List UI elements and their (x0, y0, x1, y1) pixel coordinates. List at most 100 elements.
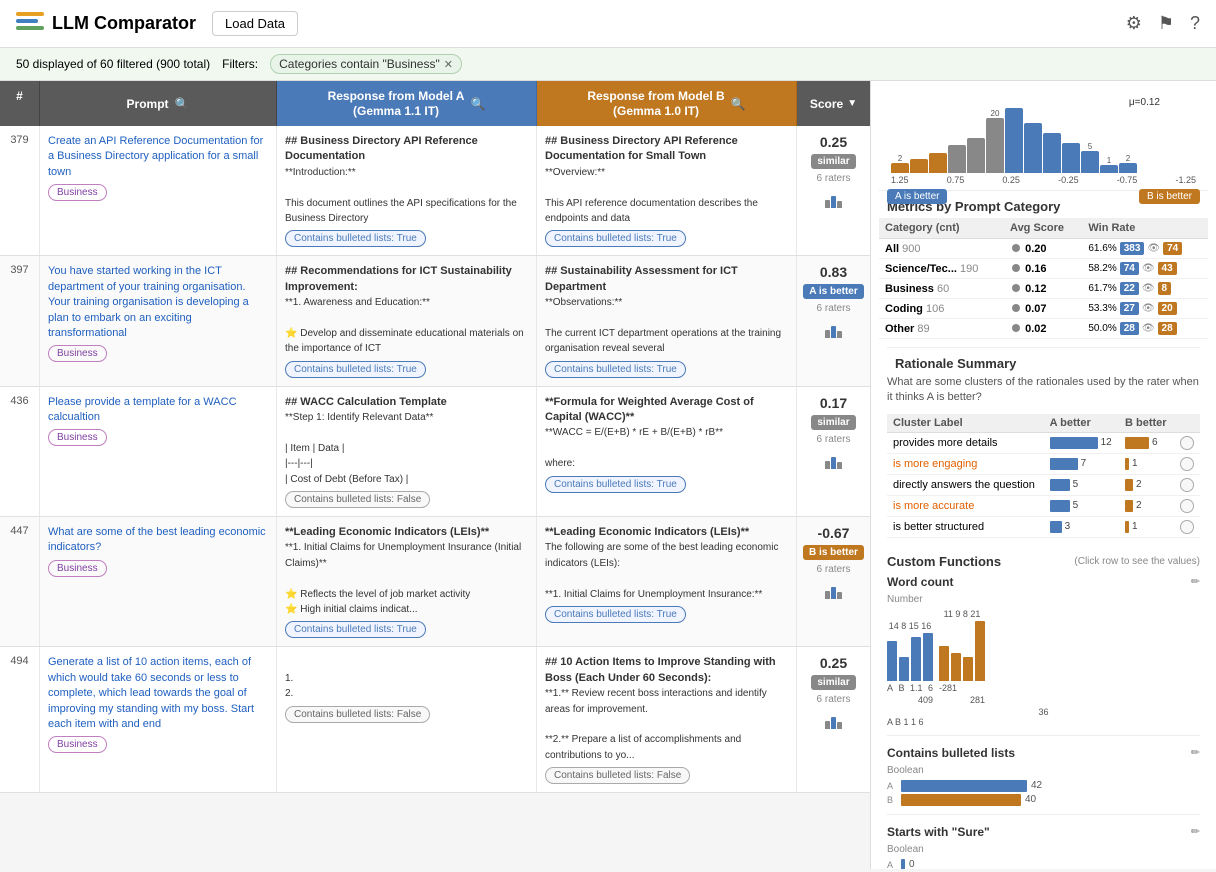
response-a-content: ## Business Directory API Reference Docu… (285, 134, 528, 226)
response-a-content: 1. 2. (285, 655, 528, 701)
cf-items: Word count ✏ Number 14 8 15 16 (887, 575, 1200, 869)
cf-edit-icon[interactable]: ✏ (1191, 575, 1200, 588)
cf-item[interactable]: Contains bulleted lists ✏ Boolean A 42 B… (887, 746, 1200, 815)
rat-b-better: 6 (1119, 432, 1174, 453)
metrics-row[interactable]: Other 89 0.02 50.0% 28 👁 28 (879, 319, 1208, 339)
col-header-score: Score ▼ (797, 81, 870, 126)
rationale-row[interactable]: provides more details 12 6 (887, 432, 1200, 453)
rationale-table: Cluster Label A better B better provides… (887, 414, 1200, 538)
cell-prompt: What are some of the best leading econom… (40, 517, 277, 646)
search-model-b-icon[interactable]: 🔍 (731, 97, 746, 111)
bullet-tag-b: Contains bulleted lists: True (545, 476, 686, 493)
cell-score: -0.67 B is better 6 raters (797, 517, 870, 646)
alert-icon[interactable]: ⚑ (1158, 13, 1174, 34)
table-row[interactable]: 379 Create an API Reference Documentatio… (0, 126, 870, 256)
histogram-x-axis: 1.250.750.25-0.25-0.75-1.25 (887, 175, 1200, 185)
col-header-model-a: Response from Model A (Gemma 1.1 IT) 🔍 (277, 81, 537, 126)
metrics-row[interactable]: All 900 0.20 61.6% 383 👁 74 (879, 239, 1208, 259)
prompt-link[interactable]: What are some of the best leading econom… (48, 526, 266, 553)
prompt-link[interactable]: Please provide a template for a WACC cal… (48, 396, 237, 423)
table-row[interactable]: 494 Generate a list of 10 action items, … (0, 647, 870, 793)
cell-model-b: ## Business Directory API Reference Docu… (537, 126, 797, 255)
cf-item-name: Contains bulleted lists (887, 746, 1015, 760)
sort-icon[interactable]: ▼ (847, 98, 857, 109)
metrics-avg-score: 0.20 (1004, 239, 1082, 259)
rat-b-better: 1 (1119, 453, 1174, 474)
cell-model-b: ## Sustainability Assessment for ICT Dep… (537, 256, 797, 385)
category-badge: Business (48, 184, 107, 201)
prompt-link[interactable]: Create an API Reference Documentation fo… (48, 135, 263, 178)
cell-score: 0.25 similar 6 raters (797, 647, 870, 792)
score-value: 0.25 (820, 134, 847, 150)
cf-item[interactable]: Word count ✏ Number 14 8 15 16 (887, 575, 1200, 736)
metrics-avg-score: 0.16 (1004, 259, 1082, 279)
rationale-section: Rationale Summary What are some clusters… (879, 339, 1208, 546)
table-row[interactable]: 436 Please provide a template for a WACC… (0, 387, 870, 517)
rat-circle[interactable] (1180, 478, 1194, 492)
search-model-a-icon[interactable]: 🔍 (470, 97, 485, 111)
custom-functions-section: Custom Functions (Click row to see the v… (879, 546, 1208, 869)
metrics-col-category: Category (cnt) (879, 218, 1004, 239)
table-header: # Prompt 🔍 Response from Model A (Gemma … (0, 81, 870, 126)
rat-circle[interactable] (1180, 457, 1194, 471)
help-icon[interactable]: ? (1190, 13, 1200, 34)
score-badge: B is better (803, 545, 864, 560)
filter-chip[interactable]: Categories contain "Business" ✕ (270, 54, 462, 74)
model-a-name: (Gemma 1.1 IT) (353, 104, 439, 118)
cf-edit-icon[interactable]: ✏ (1191, 825, 1200, 838)
logo-line-1 (16, 12, 44, 16)
filter-chip-remove[interactable]: ✕ (444, 58, 453, 71)
rationale-title: Rationale Summary (887, 347, 1200, 375)
table-row[interactable]: 447 What are some of the best leading ec… (0, 517, 870, 647)
load-data-button[interactable]: Load Data (212, 11, 298, 36)
cell-model-a: **Leading Economic Indicators (LEIs)** *… (277, 517, 537, 646)
rat-cluster-label: provides more details (887, 432, 1044, 453)
response-a-content: ## WACC Calculation Template **Step 1: I… (285, 395, 528, 487)
cf-title: Custom Functions (887, 554, 1001, 569)
prompt-link[interactable]: Generate a list of 10 action items, each… (48, 656, 254, 730)
raters-text: 6 raters (817, 564, 851, 575)
cell-score: 0.25 similar 6 raters (797, 126, 870, 255)
rat-b-better: 2 (1119, 474, 1174, 495)
response-a-content: **Leading Economic Indicators (LEIs)** *… (285, 525, 528, 617)
score-badge: A is better (803, 284, 864, 299)
score-value: 0.25 (820, 655, 847, 671)
rationale-row[interactable]: is more accurate 5 2 (887, 495, 1200, 516)
search-prompt-icon[interactable]: 🔍 (175, 97, 190, 111)
cell-model-a: ## WACC Calculation Template **Step 1: I… (277, 387, 537, 516)
rationale-row[interactable]: is better structured 3 1 (887, 516, 1200, 537)
metrics-row[interactable]: Business 60 0.12 61.7% 22 👁 8 (879, 279, 1208, 299)
metrics-row[interactable]: Science/Tec... 190 0.16 58.2% 74 👁 43 (879, 259, 1208, 279)
rationale-row[interactable]: is more engaging 7 1 (887, 453, 1200, 474)
cf-hint: (Click row to see the values) (1074, 556, 1200, 567)
cf-item[interactable]: Starts with "Sure" ✏ Boolean A 0 B 5 (887, 825, 1200, 869)
filter-label: Filters: (222, 57, 258, 71)
response-b-content: ## Business Directory API Reference Docu… (545, 134, 788, 226)
logo-icon (16, 12, 44, 36)
gear-icon[interactable]: ⚙ (1126, 13, 1142, 34)
table-row[interactable]: 397 You have started working in the ICT … (0, 256, 870, 386)
metrics-category: All 900 (879, 239, 1004, 259)
cf-edit-icon[interactable]: ✏ (1191, 746, 1200, 759)
rat-circle[interactable] (1180, 436, 1194, 450)
cell-model-b: **Leading Economic Indicators (LEIs)** T… (537, 517, 797, 646)
metrics-category: Other 89 (879, 319, 1004, 339)
rationale-row[interactable]: directly answers the question 5 2 (887, 474, 1200, 495)
cf-item-name: Word count (887, 575, 953, 589)
metrics-win-rate: 58.2% 74 👁 43 (1082, 259, 1208, 279)
model-b-name: (Gemma 1.0 IT) (613, 104, 699, 118)
cell-prompt: You have started working in the ICT depa… (40, 256, 277, 385)
cell-model-a: ## Recommendations for ICT Sustainabilit… (277, 256, 537, 385)
cf-header: Custom Functions (Click row to see the v… (887, 554, 1200, 569)
metrics-row[interactable]: Coding 106 0.07 53.3% 27 👁 20 (879, 299, 1208, 319)
prompt-link[interactable]: You have started working in the ICT depa… (48, 265, 249, 339)
a-better-legend: A is better (887, 189, 947, 204)
col-header-model-b: Response from Model B (Gemma 1.0 IT) 🔍 (537, 81, 797, 126)
rat-circle[interactable] (1180, 520, 1194, 534)
rat-b-better: 1 (1119, 516, 1174, 537)
cf-bool-chart: A 42 B 40 (887, 780, 1200, 806)
bullet-tag-b: Contains bulleted lists: True (545, 230, 686, 247)
score-badge: similar (811, 154, 855, 169)
rat-circle[interactable] (1180, 499, 1194, 513)
display-count-text: 50 displayed of 60 filtered (900 total) (16, 57, 210, 71)
